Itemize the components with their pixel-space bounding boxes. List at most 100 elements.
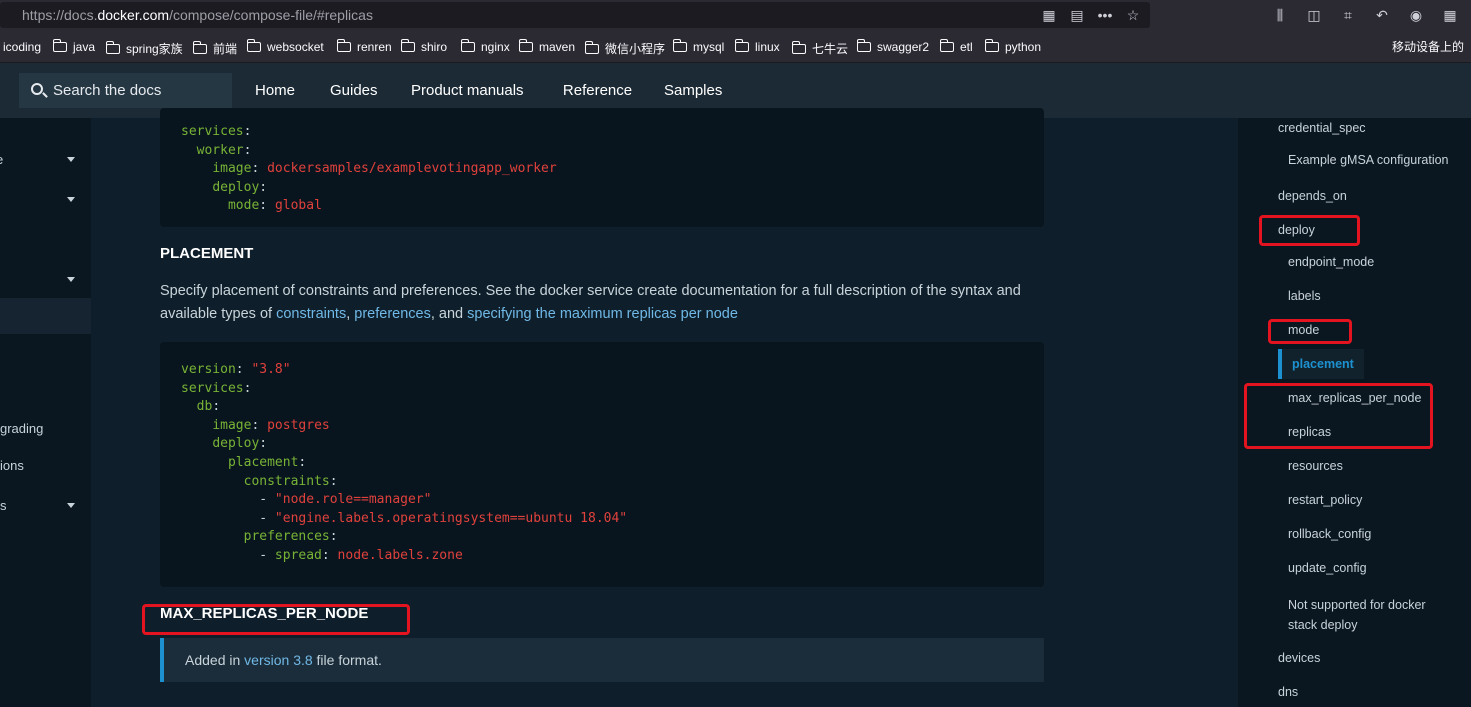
folder-icon (247, 39, 261, 52)
code-line: version: "3.8" (181, 361, 1044, 380)
code-string: dockersamples/examplevotingapp_worker (267, 161, 557, 177)
comma: , (346, 306, 351, 322)
toc-item-deploy[interactable]: deploy (1278, 223, 1315, 237)
sidebar-item-active[interactable] (0, 298, 91, 334)
screenshot-icon[interactable]: ⌗ (1338, 5, 1358, 25)
toc-item-not-supported-for-docker-stack-deploy[interactable]: Not supported for docker stack deploy (1288, 595, 1438, 635)
code-key: preferences (243, 529, 330, 545)
bookmark-7[interactable]: shiro (401, 39, 447, 54)
folder-icon (519, 39, 533, 52)
bookmark-3[interactable]: spring家族 (106, 40, 183, 57)
toc-item-labels[interactable]: labels (1288, 289, 1321, 303)
extension-icon[interactable]: ▦ (1440, 5, 1460, 25)
note-suffix: file format. (316, 652, 382, 668)
address-bar[interactable]: https://docs.docker.com/compose/compose-… (0, 2, 1150, 28)
sidebar-icon[interactable]: ◫ (1304, 5, 1324, 25)
toc-item-update-config[interactable]: update_config (1288, 561, 1367, 575)
bookmark-label: 七牛云 (812, 42, 849, 56)
bookmark-14[interactable]: swagger2 (857, 39, 929, 54)
bookmark-11[interactable]: mysql (673, 39, 724, 54)
bookmark-10[interactable]: 微信小程序 (585, 40, 665, 57)
bookmark-13[interactable]: 七牛云 (792, 40, 848, 57)
link-constraints[interactable]: constraints (276, 306, 346, 322)
code-punct: - (181, 547, 275, 563)
chevron-down-icon[interactable] (67, 503, 75, 508)
toc-item-mode[interactable]: mode (1288, 323, 1319, 337)
code-line: db: (181, 398, 1044, 417)
code-key: spread (274, 547, 322, 563)
link-max-replicas[interactable]: specifying the maximum replicas per node (467, 306, 738, 322)
mobile-bookmarks[interactable]: 移动设备上的 (1392, 38, 1464, 55)
search-placeholder: Search the docs (53, 82, 162, 99)
toc-item-credential-spec[interactable]: credential_spec (1278, 121, 1366, 135)
folder-icon (461, 39, 475, 52)
code-punct: : (212, 399, 221, 415)
url-path: /compose/compose-file/#replicas (169, 7, 373, 23)
code-line: services: (181, 123, 1044, 142)
bookmark-12[interactable]: linux (735, 39, 780, 54)
code-key: deploy (212, 179, 260, 195)
bookmark-16[interactable]: python (985, 39, 1041, 54)
code-block-mode-global: services: worker: image: dockersamples/e… (160, 108, 1044, 227)
link-preferences[interactable]: preferences (354, 306, 431, 322)
back-arrow-icon[interactable]: ↶ (1372, 5, 1392, 25)
code-punct (181, 399, 197, 414)
bookmark-label: renren (357, 40, 392, 54)
code-key: image (212, 417, 252, 433)
code-punct: : (243, 380, 252, 396)
code-key: worker (196, 142, 244, 158)
bookmark-4[interactable]: 前端 (193, 40, 237, 57)
account-icon[interactable]: ◉ (1406, 5, 1426, 25)
toc-item-example-gmsa-configuration[interactable]: Example gMSA configuration (1288, 153, 1449, 167)
code-line: services: (181, 380, 1044, 399)
code-punct (181, 418, 212, 433)
toc-item-dns[interactable]: dns (1278, 685, 1298, 699)
toc-item-resources[interactable]: resources (1288, 459, 1343, 473)
bookmark-2[interactable]: java (53, 39, 95, 54)
qr-code-icon[interactable]: ▦ (1039, 5, 1059, 25)
toc-item-rollback-config[interactable]: rollback_config (1288, 527, 1371, 541)
toc-item-max-replicas-per-node[interactable]: max_replicas_per_node (1288, 391, 1421, 405)
bookmark-15[interactable]: etl (940, 39, 973, 54)
toc-item-restart-policy[interactable]: restart_policy (1288, 493, 1362, 507)
bookmark-6[interactable]: renren (337, 39, 392, 54)
bookmark-5[interactable]: websocket (247, 39, 324, 54)
code-punct (181, 436, 212, 451)
left-sidebar: e grading ions s (0, 118, 91, 707)
folder-icon (193, 40, 207, 54)
code-punct (181, 474, 244, 489)
sidebar-item[interactable]: ions (0, 458, 24, 473)
chevron-down-icon[interactable] (67, 197, 75, 202)
toc-item-devices[interactable]: devices (1278, 651, 1320, 665)
code-punct (181, 143, 197, 158)
sidebar-item[interactable]: grading (0, 421, 43, 436)
search-input[interactable]: Search the docs (19, 73, 232, 108)
link-version[interactable]: version 3.8 (244, 652, 312, 668)
sidebar-item[interactable]: e (0, 152, 3, 167)
bookmark-label: 微信小程序 (605, 42, 666, 56)
bookmark-1[interactable]: icoding (3, 40, 41, 54)
toc-item-replicas[interactable]: replicas (1288, 425, 1331, 439)
main-content: services: worker: image: dockersamples/e… (91, 108, 1238, 707)
code-punct (181, 198, 228, 213)
bookmark-8[interactable]: nginx (461, 39, 510, 54)
version-note: Added in version 3.8 file format. (160, 638, 1044, 682)
sidebar-item[interactable]: s (0, 498, 7, 513)
reader-view-icon[interactable]: ▤ (1067, 5, 1087, 25)
code-key: deploy (212, 436, 260, 452)
bookmark-label: linux (755, 40, 780, 54)
toc-item-depends-on[interactable]: depends_on (1278, 189, 1347, 203)
code-string: node.labels.zone (337, 547, 463, 563)
toc-item-placement[interactable]: placement (1278, 349, 1364, 379)
chevron-down-icon[interactable] (67, 157, 75, 162)
more-icon[interactable]: ••• (1095, 5, 1115, 25)
table-of-contents: credential_spec Example gMSA configuratio… (1238, 118, 1471, 707)
bookmark-9[interactable]: maven (519, 39, 575, 54)
code-line: mode: global (181, 197, 1044, 216)
toc-item-endpoint-mode[interactable]: endpoint_mode (1288, 255, 1374, 269)
bookmark-star-icon[interactable]: ☆ (1123, 5, 1143, 25)
chevron-down-icon[interactable] (67, 277, 75, 282)
library-icon[interactable]: ⫼ (1270, 5, 1290, 25)
code-punct: : (243, 124, 252, 139)
code-punct: : (259, 198, 275, 214)
